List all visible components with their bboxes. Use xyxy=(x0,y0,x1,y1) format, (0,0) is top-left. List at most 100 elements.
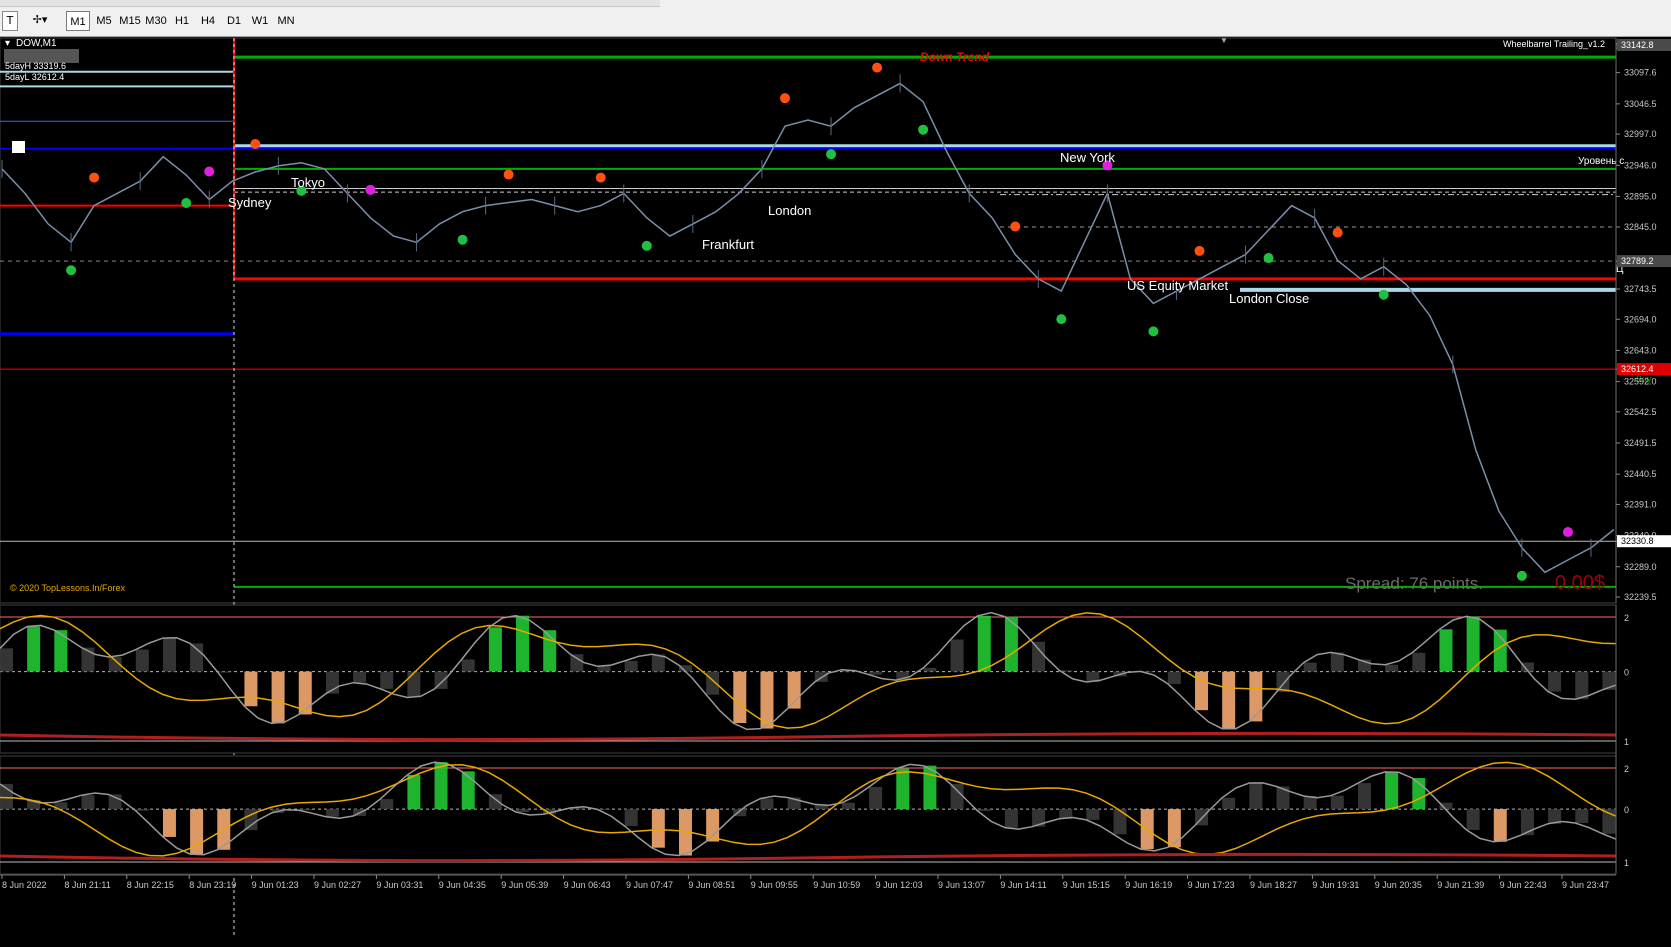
indicator2-axis-label: 2 xyxy=(1624,764,1629,774)
timeframe-m1-button[interactable]: M1 xyxy=(66,11,90,31)
histogram-bar-ind1 xyxy=(27,626,41,672)
sell-arrow-icon xyxy=(872,62,883,73)
time-axis-label: 9 Jun 16:19 xyxy=(1125,880,1172,890)
histogram-bar-ind1 xyxy=(1412,652,1426,672)
buy-arrow-icon xyxy=(1056,314,1067,325)
symbol-label: DOW,M1 xyxy=(16,38,57,49)
histogram-bar-ind1 xyxy=(597,666,611,672)
timeframe-m30-button[interactable]: M30 xyxy=(144,11,168,31)
histogram-bar-ind1 xyxy=(516,615,530,672)
control-box[interactable] xyxy=(12,141,25,153)
histogram-bar-ind2 xyxy=(923,765,937,810)
sell-arrow-icon xyxy=(89,172,100,183)
histogram-bar-ind1 xyxy=(461,659,475,672)
copyright-label: © 2020 TopLessons.In/Forex xyxy=(10,583,126,593)
histogram-bar-ind2 xyxy=(760,798,774,810)
histogram-bar-ind2 xyxy=(950,783,964,810)
histogram-bar-ind1 xyxy=(0,648,13,672)
price-axis-label: 32743.5 xyxy=(1624,284,1657,294)
histogram-bar-ind1 xyxy=(1385,664,1399,672)
timeframe-h4-button[interactable]: H4 xyxy=(196,11,220,31)
session-london: London xyxy=(768,203,811,218)
time-axis-label: 9 Jun 05:39 xyxy=(501,880,548,890)
indicator-panel-1 xyxy=(0,604,1617,754)
histogram-bar-ind1 xyxy=(1222,671,1236,729)
histogram-bar-ind2 xyxy=(1357,783,1371,810)
buy-arrow-icon xyxy=(457,234,468,245)
histogram-bar-ind1 xyxy=(950,639,964,672)
price-axis-label: 32946.0 xyxy=(1624,160,1657,170)
buy-arrow-icon xyxy=(1516,570,1527,581)
timeframe-w1-button[interactable]: W1 xyxy=(248,11,272,31)
histogram-bar-ind1 xyxy=(271,671,285,724)
histogram-bar-ind2 xyxy=(135,809,149,811)
time-axis-label: 9 Jun 14:11 xyxy=(1000,880,1046,890)
histogram-bar-ind1 xyxy=(217,671,231,673)
buy-arrow-icon xyxy=(1378,289,1389,300)
buy-arrow-icon xyxy=(826,149,837,160)
histogram-bar-ind1 xyxy=(1548,671,1562,692)
chart-area[interactable]: Sydney Tokyo Frankfurt London New York U… xyxy=(0,37,1671,947)
price-axis-label: 32289.0 xyxy=(1624,562,1657,572)
text-tool-icon[interactable]: T xyxy=(2,11,18,31)
histogram-bar-ind1 xyxy=(923,667,937,672)
timeframe-m5-button[interactable]: M5 xyxy=(92,11,116,31)
histogram-bar-ind2 xyxy=(162,809,176,837)
trend-label: Down Trend xyxy=(920,50,990,64)
sell-arrow-icon xyxy=(204,166,215,177)
profit-label: 0.00$ xyxy=(1555,572,1605,594)
histogram-bar-ind2 xyxy=(1466,809,1480,830)
menu-triangle-icon[interactable]: ▾ xyxy=(5,38,10,49)
ea-label: Wheelbarrel Trailing_v1.2 xyxy=(1503,39,1605,49)
histogram-bar-ind2 xyxy=(651,809,665,848)
time-axis-label: 9 Jun 06:43 xyxy=(564,880,611,890)
price-tag-label: 32789.2 xyxy=(1621,256,1654,266)
price-tag-label: 32330.8 xyxy=(1621,536,1654,546)
session-sydney: Sydney xyxy=(228,195,272,210)
line-tools-icon[interactable]: ✢▾ xyxy=(26,11,54,29)
time-axis-label: 9 Jun 23:47 xyxy=(1562,880,1609,890)
histogram-bar-ind2 xyxy=(81,795,95,810)
session-london-close: London Close xyxy=(1229,291,1309,306)
timeframe-m15-button[interactable]: M15 xyxy=(118,11,142,31)
histogram-bar-ind1 xyxy=(733,671,747,724)
price-axis-label: 32643.0 xyxy=(1624,345,1657,355)
price-axis-label: 32592.0 xyxy=(1624,377,1657,387)
timeframe-mn-button[interactable]: MN xyxy=(274,11,298,31)
sell-arrow-icon xyxy=(779,93,790,104)
sell-arrow-icon xyxy=(503,169,514,180)
scroll-marker-icon[interactable]: ▼ xyxy=(1220,37,1228,45)
time-axis-label: 8 Jun 21:11 xyxy=(64,880,110,890)
histogram-bar-ind2 xyxy=(1520,809,1534,836)
histogram-bar-ind1 xyxy=(570,654,584,672)
time-axis-label: 9 Jun 12:03 xyxy=(876,880,923,890)
histogram-bar-ind2 xyxy=(1385,771,1399,810)
time-axis-label: 9 Jun 15:15 xyxy=(1063,880,1110,890)
indicator2-axis-label: 1 xyxy=(1624,858,1629,868)
histogram-bar-ind1 xyxy=(624,660,638,672)
timeframe-h1-button[interactable]: H1 xyxy=(170,11,194,31)
histogram-bar-ind2 xyxy=(1249,783,1263,810)
sell-arrow-icon xyxy=(250,138,261,149)
info-line-5dayh: 5dayH 33319.6 xyxy=(5,61,66,71)
price-axis-label: 32491.5 xyxy=(1624,438,1657,448)
histogram-bar-ind1 xyxy=(1575,671,1589,700)
price-axis-label: 32239.5 xyxy=(1624,592,1657,602)
histogram-bar-ind2 xyxy=(624,809,638,827)
sell-arrow-icon xyxy=(1194,245,1205,256)
buy-arrow-icon xyxy=(1263,253,1274,264)
histogram-bar-ind2 xyxy=(1575,809,1589,823)
time-axis-label: 9 Jun 03:31 xyxy=(376,880,423,890)
buy-arrow-icon xyxy=(641,240,652,251)
time-axis-label: 8 Jun 2022 xyxy=(2,880,47,890)
info-line-5dayl: 5dayL 32612.4 xyxy=(5,72,64,82)
buy-arrow-icon xyxy=(918,124,929,135)
price-axis-label: 33046.5 xyxy=(1624,99,1657,109)
histogram-bar-ind1 xyxy=(1167,671,1181,684)
time-axis-label: 9 Jun 18:27 xyxy=(1250,880,1297,890)
histogram-bar-ind1 xyxy=(1032,641,1046,672)
timeframe-d1-button[interactable]: D1 xyxy=(222,11,246,31)
histogram-bar-ind1 xyxy=(706,671,720,695)
time-axis-label: 9 Jun 09:55 xyxy=(751,880,798,890)
time-axis-label: 9 Jun 13:07 xyxy=(938,880,985,890)
